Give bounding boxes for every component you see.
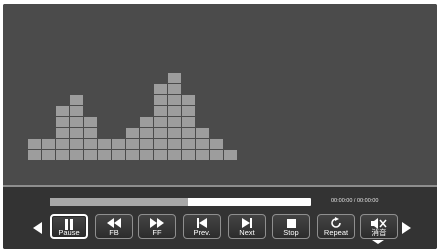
equalizer-block xyxy=(84,150,97,160)
pause-button[interactable]: Pause xyxy=(50,214,88,239)
equalizer-block xyxy=(70,139,83,149)
next-button[interactable]: Next xyxy=(228,214,266,239)
equalizer-block xyxy=(140,117,153,127)
equalizer-block xyxy=(70,117,83,127)
equalizer-block xyxy=(126,128,139,138)
equalizer-block xyxy=(126,139,139,149)
fast-forward-label: FF xyxy=(152,228,162,237)
equalizer-block xyxy=(28,139,41,149)
equalizer-block xyxy=(154,128,167,138)
equalizer-block xyxy=(182,106,195,116)
equalizer-block xyxy=(112,150,125,160)
scroll-right-arrow-icon[interactable] xyxy=(402,222,411,234)
progress-fill xyxy=(50,198,189,206)
equalizer-block xyxy=(168,150,181,160)
visualizer-area xyxy=(3,4,437,184)
equalizer-visualizer xyxy=(3,4,437,184)
equalizer-block xyxy=(42,150,55,160)
pause-label: Pause xyxy=(58,228,80,237)
stop-button[interactable]: Stop xyxy=(272,214,310,239)
equalizer-block xyxy=(196,150,209,160)
equalizer-block xyxy=(140,128,153,138)
mute-label: 消音 xyxy=(371,228,387,237)
equalizer-block xyxy=(56,117,69,127)
next-label: Next xyxy=(239,228,255,237)
equalizer-block xyxy=(84,139,97,149)
equalizer-block xyxy=(154,139,167,149)
equalizer-block xyxy=(42,139,55,149)
equalizer-block xyxy=(182,95,195,105)
screen: 00:00:00 / 00:00:00 Pause FB FF Prev. Ne… xyxy=(0,0,441,251)
equalizer-block xyxy=(154,117,167,127)
equalizer-block xyxy=(140,139,153,149)
equalizer-block xyxy=(224,150,237,160)
equalizer-block xyxy=(56,128,69,138)
mute-button[interactable]: 消音 xyxy=(360,214,398,239)
equalizer-block xyxy=(56,150,69,160)
more-options-arrow-icon[interactable] xyxy=(372,240,384,244)
equalizer-block xyxy=(70,128,83,138)
equalizer-block xyxy=(70,95,83,105)
fast-backward-label: FB xyxy=(109,228,119,237)
fast-forward-button[interactable]: FF xyxy=(138,214,176,239)
scroll-left-arrow-icon[interactable] xyxy=(33,222,42,234)
stop-label: Stop xyxy=(283,228,299,237)
previous-button[interactable]: Prev. xyxy=(183,214,221,239)
equalizer-block xyxy=(84,128,97,138)
equalizer-block xyxy=(168,128,181,138)
equalizer-block xyxy=(70,106,83,116)
equalizer-block xyxy=(196,139,209,149)
time-display: 00:00:00 / 00:00:00 xyxy=(331,198,379,204)
previous-label: Prev. xyxy=(193,228,211,237)
equalizer-block xyxy=(28,150,41,160)
equalizer-block xyxy=(168,84,181,94)
media-player: 00:00:00 / 00:00:00 Pause FB FF Prev. Ne… xyxy=(3,4,437,249)
progress-bar[interactable] xyxy=(50,198,311,206)
equalizer-block xyxy=(168,73,181,83)
equalizer-block xyxy=(98,139,111,149)
control-bar: 00:00:00 / 00:00:00 Pause FB FF Prev. Ne… xyxy=(3,187,437,249)
equalizer-block xyxy=(210,139,223,149)
equalizer-block xyxy=(182,150,195,160)
equalizer-block xyxy=(182,128,195,138)
equalizer-block xyxy=(126,150,139,160)
repeat-button[interactable]: Repeat xyxy=(317,214,355,239)
equalizer-block xyxy=(112,139,125,149)
equalizer-block xyxy=(154,95,167,105)
equalizer-block xyxy=(84,117,97,127)
equalizer-block xyxy=(154,150,167,160)
equalizer-block xyxy=(196,128,209,138)
equalizer-block xyxy=(56,106,69,116)
equalizer-block xyxy=(154,84,167,94)
fast-backward-button[interactable]: FB xyxy=(95,214,133,239)
equalizer-block xyxy=(168,117,181,127)
equalizer-block xyxy=(70,150,83,160)
equalizer-block xyxy=(140,150,153,160)
equalizer-block xyxy=(154,106,167,116)
equalizer-block xyxy=(168,139,181,149)
equalizer-block xyxy=(182,139,195,149)
equalizer-block xyxy=(210,150,223,160)
equalizer-block xyxy=(182,117,195,127)
equalizer-block xyxy=(168,106,181,116)
equalizer-block xyxy=(56,139,69,149)
repeat-label: Repeat xyxy=(323,228,349,237)
equalizer-block xyxy=(168,95,181,105)
equalizer-block xyxy=(98,150,111,160)
